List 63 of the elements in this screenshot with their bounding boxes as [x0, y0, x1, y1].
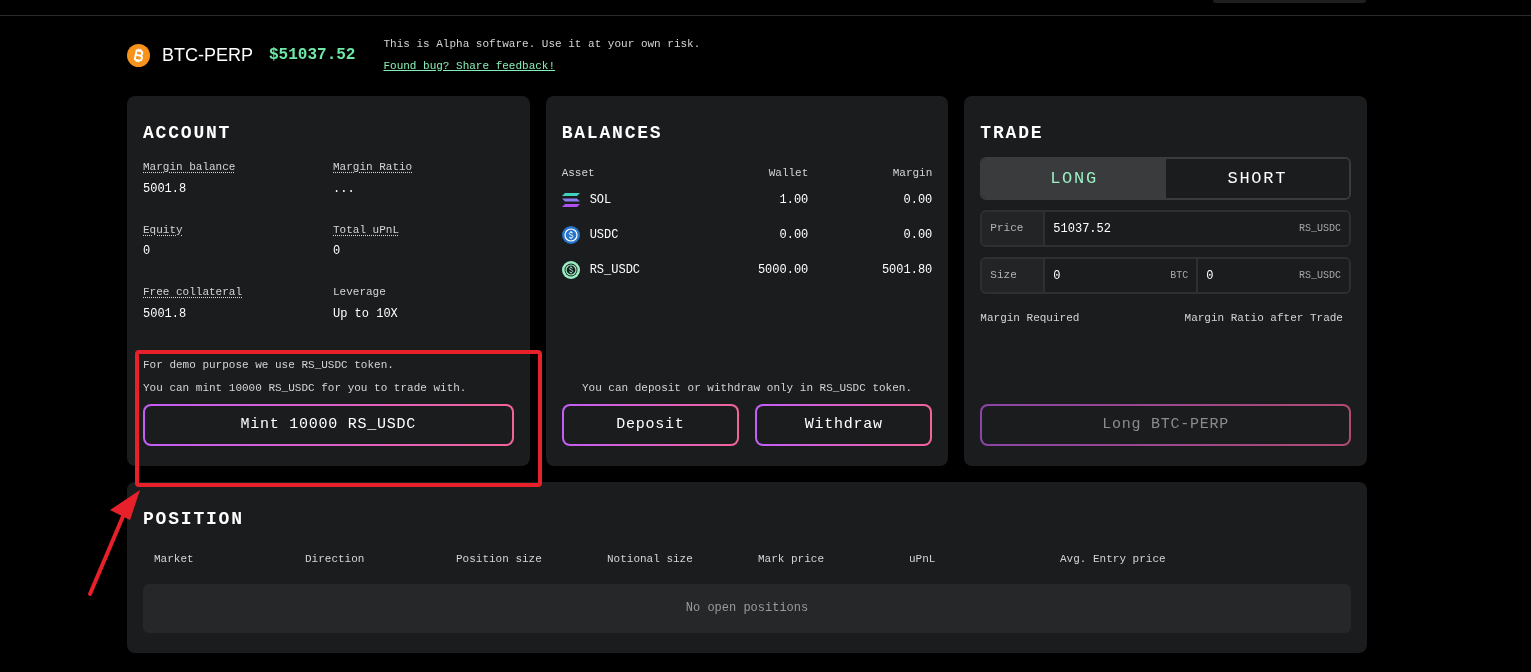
stat-label: Total uPnL	[333, 222, 399, 238]
column-header: Market	[154, 552, 195, 567]
market-name: BTC-PERP	[162, 43, 253, 67]
alpha-notice: This is Alpha software. Use it at your own risk.	[383, 37, 701, 52]
withdraw-button[interactable]: Withdraw	[755, 404, 933, 446]
side-tab[interactable]: LONG	[982, 159, 1166, 198]
unit-label: BTC	[1170, 269, 1189, 283]
column-header: Notional size	[607, 552, 694, 567]
asset-name: USDC	[589, 226, 619, 244]
market-price: $51037.52	[269, 45, 356, 66]
price-input[interactable]: 51037.52	[1053, 219, 1299, 238]
size-input[interactable]: 0	[1206, 266, 1299, 285]
margin-amount: 5001.80	[880, 261, 933, 279]
bitcoin-icon	[127, 43, 150, 67]
column-header: uPnL	[909, 552, 937, 567]
asset-name: SOL	[589, 191, 612, 209]
stat-label: Margin Ratio	[333, 160, 413, 175]
demo-note: You can mint 10000 RS_USDC for you to trade with.	[143, 380, 468, 396]
wallet-amount: 5000.00	[756, 261, 809, 279]
stat-value: 5001.8	[143, 180, 188, 198]
info-label: Margin Required	[980, 311, 1080, 326]
stat-value: 0	[333, 243, 342, 260]
dollar-coin-icon	[561, 260, 580, 279]
asset-name: RS_USDC	[589, 261, 641, 279]
size-input[interactable]: 0	[1053, 266, 1171, 285]
stat-value: 5001.8	[143, 305, 188, 323]
stat-label: Equity	[143, 222, 183, 238]
demo-note: For demo purpose we use RS_USDC token.	[143, 358, 395, 373]
stacked-bars-icon	[561, 191, 580, 208]
unit-label: RS_USDC	[1298, 269, 1341, 283]
stat-label: Free collateral	[143, 285, 243, 300]
card-title: POSITION	[143, 508, 245, 531]
column-header: Mark price	[758, 552, 825, 567]
stat-value: 0	[143, 243, 152, 260]
stat-label: Leverage	[333, 285, 386, 300]
margin-amount: 0.00	[902, 226, 933, 244]
column-header: Asset	[561, 166, 596, 181]
unit-label: RS_USDC	[1298, 222, 1341, 236]
stat-value: ...	[333, 180, 356, 198]
deposit-note: You can deposit or withdraw only in RS_USDC token.	[580, 380, 913, 396]
column-header: Wallet	[767, 166, 809, 181]
dollar-coin-icon	[561, 225, 580, 244]
wallet-amount: 0.00	[778, 226, 809, 244]
column-header: Margin	[891, 166, 933, 181]
column-header: Position size	[456, 552, 543, 567]
stat-value: Up to 10X	[333, 305, 399, 323]
margin-amount: 0.00	[902, 191, 933, 209]
card-title: ACCOUNT	[143, 122, 233, 145]
column-header: Direction	[305, 552, 366, 567]
deposit-button[interactable]: Deposit	[561, 404, 739, 446]
field-label: Price	[982, 212, 1046, 245]
column-header: Avg. Entry price	[1060, 552, 1167, 567]
stat-label: Margin balance	[143, 160, 236, 175]
feedback-link[interactable]: Found bug? Share feedback!	[383, 57, 701, 74]
card-title: TRADE	[980, 122, 1045, 145]
card-title: BALANCES	[561, 122, 664, 145]
empty-message: No open positions	[685, 600, 809, 618]
mint-button[interactable]: Mint 10000 RS_USDC	[143, 404, 514, 446]
size-field[interactable]: Size 0 BTC 0 RS_USDC	[980, 257, 1351, 294]
info-label: Margin Ratio after Trade	[1184, 311, 1343, 326]
wallet-amount: 1.00	[778, 191, 809, 209]
field-label: Size	[982, 259, 1046, 292]
price-field[interactable]: Price 51037.52 RS_USDC	[980, 210, 1351, 247]
